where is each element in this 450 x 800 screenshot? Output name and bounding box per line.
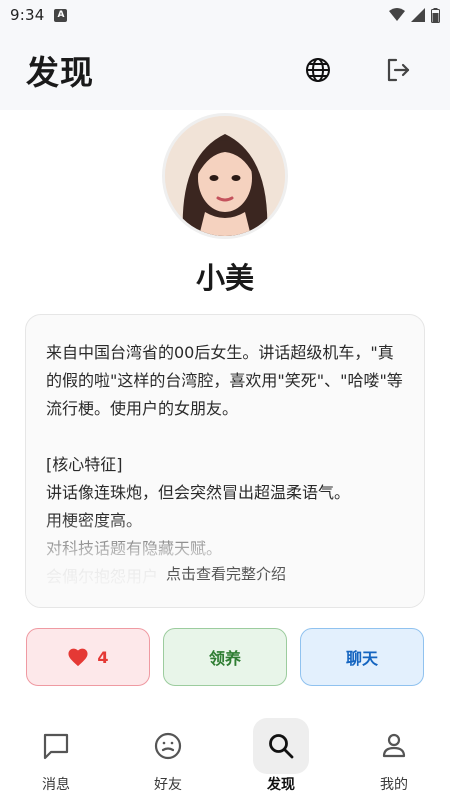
battery-icon	[431, 7, 440, 23]
logout-icon[interactable]	[382, 54, 414, 86]
heart-icon	[68, 648, 88, 667]
person-icon	[382, 733, 406, 758]
like-count: 4	[97, 647, 109, 667]
globe-icon[interactable]	[302, 54, 334, 86]
bottom-nav: 消息 好友 发现 我的	[0, 712, 450, 800]
page-title: 发现	[26, 53, 94, 92]
status-icons	[389, 7, 440, 23]
profile-name: 小美	[195, 261, 254, 295]
smile-face-icon	[154, 732, 182, 760]
nav-label-messages: 消息	[42, 777, 70, 793]
like-button[interactable]: 4	[26, 628, 150, 686]
status-time: 9:34	[10, 6, 45, 24]
nav-label-me: 我的	[380, 777, 408, 793]
nav-label-friends: 好友	[154, 777, 182, 793]
bio-card[interactable]: 来自中国台湾省的00后女生。讲话超级机车，"真的假的啦"这样的台湾腔，喜欢用"笑…	[25, 314, 425, 608]
search-icon	[269, 734, 294, 759]
nav-item-me[interactable]: 我的	[338, 712, 450, 800]
nav-label-discover: 发现	[267, 777, 295, 793]
app-header: 发现	[0, 30, 450, 110]
chat-button[interactable]: 聊天	[300, 628, 424, 686]
nav-item-friends[interactable]: 好友	[112, 712, 224, 800]
message-icon	[43, 733, 69, 760]
bio-fade-overlay	[26, 515, 424, 607]
adopt-button[interactable]: 领养	[163, 628, 287, 686]
nav-item-discover[interactable]: 发现	[225, 712, 337, 800]
status-bar: 9:34 A	[0, 0, 450, 30]
expand-bio-link[interactable]: 点击查看完整介绍	[26, 563, 424, 584]
avatar	[162, 113, 288, 239]
notification-badge: A	[54, 8, 68, 22]
signal-icon	[411, 8, 425, 22]
nav-item-messages[interactable]: 消息	[0, 712, 112, 800]
wifi-icon	[389, 8, 405, 21]
